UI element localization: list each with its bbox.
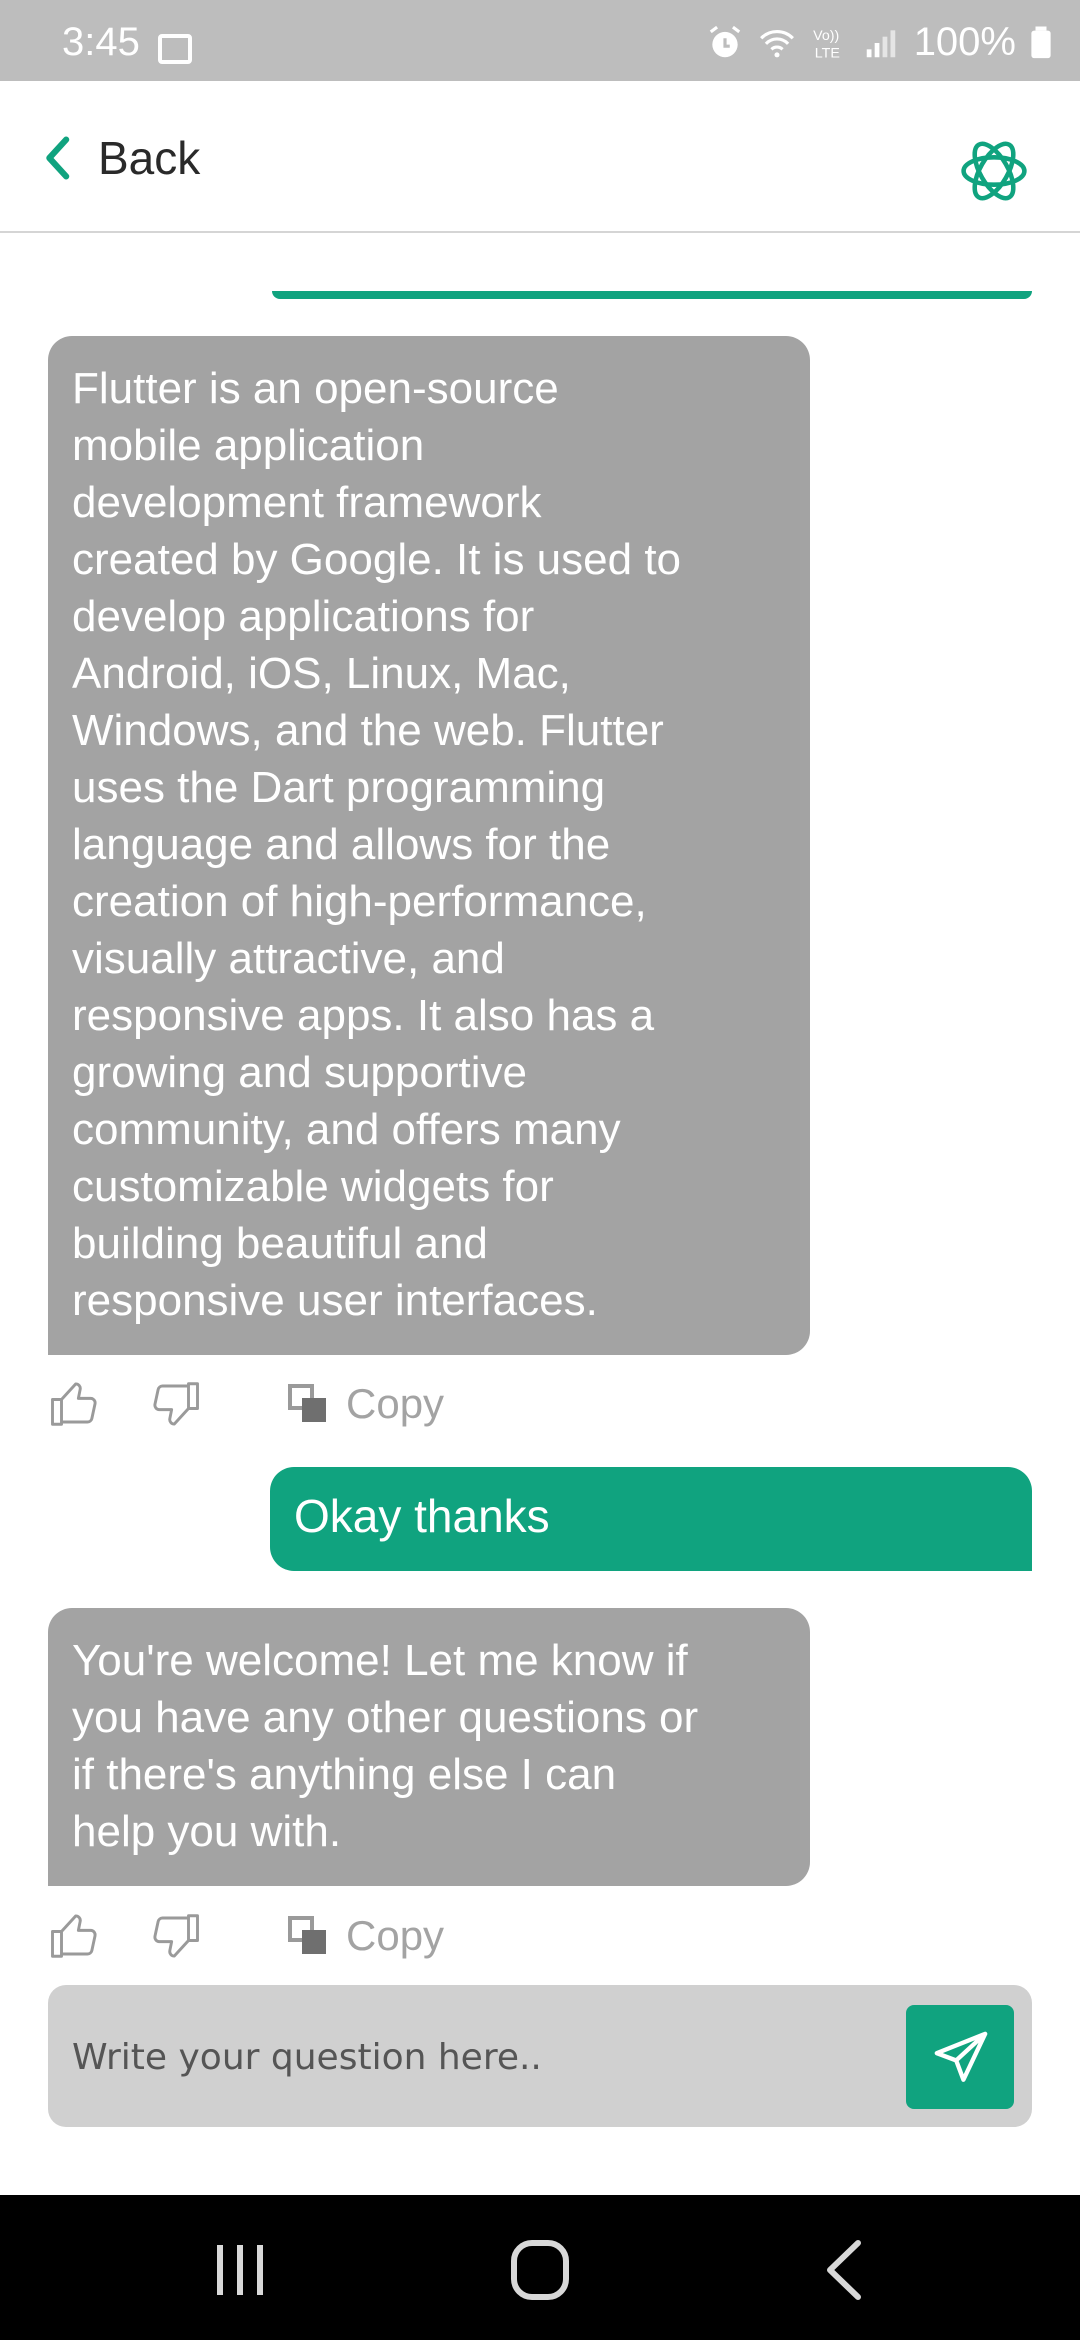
message-line: Android, iOS, Linux, Mac, bbox=[72, 649, 571, 698]
svg-text:LTE: LTE bbox=[814, 45, 839, 61]
user-message-bubble-partial bbox=[272, 291, 1032, 299]
signal-icon bbox=[866, 29, 895, 57]
user-message-bubble: Okay thanks bbox=[270, 1467, 1032, 1571]
status-time: 3:45 bbox=[62, 20, 140, 64]
message-actions: Copy bbox=[48, 1906, 444, 1966]
message-line: visually attractive, and bbox=[72, 934, 505, 983]
send-icon bbox=[934, 2031, 988, 2082]
wifi-icon bbox=[759, 29, 794, 57]
message-line: responsive apps. It also has a bbox=[72, 991, 655, 1040]
message-line: development framework bbox=[72, 478, 542, 527]
thumbs-up-icon[interactable] bbox=[48, 1907, 102, 1965]
copy-button[interactable]: Copy bbox=[288, 1912, 444, 1960]
message-line: You're welcome! Let me know if bbox=[72, 1636, 688, 1685]
message-line: created by Google. It is used to bbox=[72, 535, 682, 584]
status-bar: 3:45 Vo)) LTE 100% bbox=[0, 0, 1080, 81]
user-message-text: Okay thanks bbox=[294, 1490, 550, 1542]
app-bar: Back bbox=[0, 81, 1080, 233]
message-line: responsive user interfaces. bbox=[72, 1276, 598, 1325]
message-line: uses the Dart programming bbox=[72, 763, 606, 812]
thumbs-down-icon[interactable] bbox=[148, 1907, 202, 1965]
question-input[interactable] bbox=[70, 2021, 934, 2093]
openai-logo-icon bbox=[961, 141, 1027, 201]
message-line: building beautiful and bbox=[72, 1219, 488, 1268]
message-line: develop applications for bbox=[72, 592, 535, 641]
home-icon[interactable] bbox=[500, 2237, 580, 2303]
message-line: language and allows for the bbox=[72, 820, 611, 869]
message-line: help you with. bbox=[72, 1807, 342, 1856]
copy-icon bbox=[288, 1916, 326, 1954]
recents-icon[interactable] bbox=[200, 2237, 280, 2303]
thumbs-down-icon[interactable] bbox=[148, 1375, 202, 1433]
svg-text:Vo)): Vo)) bbox=[813, 27, 839, 43]
message-line: mobile application bbox=[72, 421, 425, 470]
message-line: creation of high-performance, bbox=[72, 877, 647, 926]
chevron-left-icon bbox=[46, 136, 70, 180]
chat-list[interactable]: Flutter is an open-source mobile applica… bbox=[0, 231, 1080, 1981]
system-nav-bar bbox=[0, 2195, 1080, 2340]
assistant-message-bubble: Flutter is an open-source mobile applica… bbox=[48, 336, 810, 1355]
volte-icon: Vo)) LTE bbox=[813, 27, 840, 61]
message-line: Windows, and the web. Flutter bbox=[72, 706, 664, 755]
send-button[interactable] bbox=[906, 2005, 1014, 2109]
back-button[interactable]: Back bbox=[40, 131, 200, 185]
alarm-icon bbox=[709, 25, 740, 57]
message-line: community, and offers many bbox=[72, 1105, 621, 1154]
message-line: Flutter is an open-source bbox=[72, 364, 559, 413]
copy-button[interactable]: Copy bbox=[288, 1380, 444, 1428]
back-icon[interactable] bbox=[806, 2237, 886, 2303]
message-actions: Copy bbox=[48, 1374, 444, 1434]
message-line: if there's anything else I can bbox=[72, 1750, 617, 1799]
message-line: customizable widgets for bbox=[72, 1162, 554, 1211]
battery-icon bbox=[1031, 26, 1051, 58]
message-composer bbox=[48, 1985, 1032, 2127]
status-icons: Vo)) LTE 100% bbox=[706, 20, 1052, 65]
battery-percent: 100% bbox=[913, 20, 1016, 64]
back-label: Back bbox=[98, 132, 201, 184]
thumbs-up-icon[interactable] bbox=[48, 1375, 102, 1433]
gallery-icon bbox=[158, 34, 192, 64]
message-line: you have any other questions or bbox=[72, 1693, 699, 1742]
copy-icon bbox=[288, 1384, 326, 1422]
copy-label: Copy bbox=[346, 1912, 445, 1959]
assistant-message-bubble: You're welcome! Let me know if you have … bbox=[48, 1608, 810, 1886]
message-line: growing and supportive bbox=[72, 1048, 527, 1097]
copy-label: Copy bbox=[346, 1380, 445, 1427]
